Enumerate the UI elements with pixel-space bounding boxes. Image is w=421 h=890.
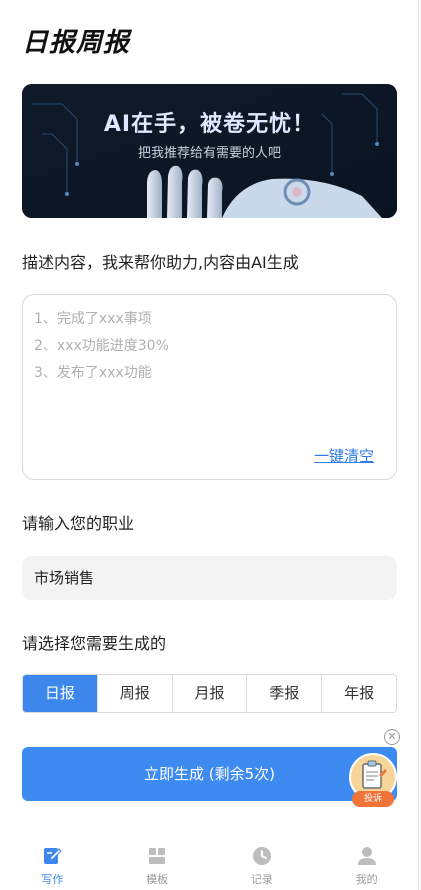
job-label: 请输入您的职业 [22, 514, 135, 533]
edit-icon [44, 848, 63, 864]
nav-item-write[interactable]: 写作 [0, 836, 105, 890]
nav-item-mine[interactable]: 我的 [314, 836, 419, 890]
placeholder-line: 2、xxx功能进度30% [34, 338, 169, 354]
complain-button[interactable]: 投诉 [348, 753, 398, 807]
clock-icon [252, 847, 271, 865]
description-label: 描述内容，我来帮你助力,内容由AI生成 [22, 253, 299, 272]
nav-label-mine: 我的 [355, 873, 378, 886]
app-title: 日报周报 [22, 28, 131, 58]
page: 日报周报 AI在手，被卷无忧！ 把我推荐给有需要的人吧 描述内容，我来帮你助力,… [0, 0, 419, 890]
close-icon[interactable]: ✕ [384, 729, 400, 745]
report-type-selector: 日报 周报 月报 季报 年报 [22, 674, 397, 713]
report-type-label: 请选择您需要生成的 [22, 634, 167, 653]
description-textarea[interactable]: 1、完成了xxx事项 2、xxx功能进度30% 3、发布了xxx功能 一键清空 [22, 294, 397, 480]
template-icon [149, 848, 166, 864]
clear-button[interactable]: 一键清空 [314, 445, 374, 466]
nav-label-template: 模板 [146, 873, 169, 886]
tab-daily[interactable]: 日报 [23, 675, 98, 712]
nav-label-write: 写作 [41, 873, 64, 886]
placeholder-line: 1、完成了xxx事项 [34, 311, 152, 327]
promo-banner[interactable]: AI在手，被卷无忧！ 把我推荐给有需要的人吧 [22, 84, 397, 218]
job-input[interactable]: 市场销售 [22, 556, 397, 600]
tab-weekly[interactable]: 周报 [97, 675, 173, 712]
generate-button[interactable]: 立即生成 (剩余5次) [22, 747, 397, 801]
tab-yearly[interactable]: 年报 [322, 675, 396, 712]
complain-label: 投诉 [352, 791, 394, 807]
placeholder-line: 3、发布了xxx功能 [34, 365, 152, 381]
user-icon [357, 847, 376, 865]
bottom-nav: 写作 模板 记录 我的 [0, 836, 419, 890]
banner-title: AI在手，被卷无忧！ [103, 112, 316, 137]
banner-subtitle: 把我推荐给有需要的人吧 [137, 146, 281, 161]
nav-item-template[interactable]: 模板 [105, 836, 210, 890]
nav-label-records: 记录 [250, 873, 273, 886]
nav-item-records[interactable]: 记录 [210, 836, 315, 890]
tab-quarterly[interactable]: 季报 [247, 675, 323, 712]
tab-monthly[interactable]: 月报 [172, 675, 248, 712]
